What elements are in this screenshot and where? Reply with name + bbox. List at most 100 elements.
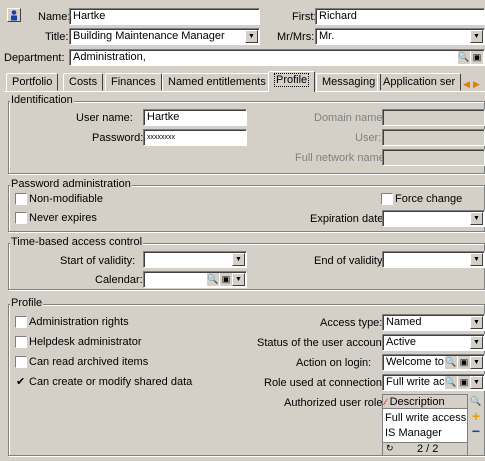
start-validity-field[interactable]: ▼ [143,251,247,268]
roles-header-label: Description [389,396,445,408]
roles-search-icon[interactable]: 🔍 [469,394,483,408]
tab-costs[interactable]: Costs [63,73,104,91]
domain-label: Domain name: [314,112,386,124]
roles-column-header[interactable]: ⁄ Description [383,395,467,409]
roles-list-footer: ↻ 2 / 2 [383,442,467,455]
expiration-label: Expiration date: [310,213,387,225]
action-login-dropdown-button[interactable]: ▼ [470,356,483,369]
force-change-label: Force change [395,193,463,205]
person-icon [7,8,21,22]
user-label: User: [355,132,382,144]
action-login-details-icon[interactable]: ▣ [458,356,470,369]
action-login-value: Welcome to A [386,356,454,368]
status-dropdown-button[interactable]: ▼ [470,336,483,349]
read-archived-label: Can read archived items [29,356,149,368]
calendar-details-icon[interactable]: ▣ [220,273,232,286]
helpdesk-admin-label: Helpdesk administrator [29,336,142,348]
status-field[interactable]: Active ▼ [382,334,485,351]
tab-panel-border [4,91,485,92]
action-login-search-icon[interactable]: 🔍 [445,356,457,369]
username-field[interactable]: Hartke [143,109,247,126]
end-validity-label: End of validity: [314,255,386,267]
role-dropdown-button[interactable]: ▼ [470,376,483,389]
fullnetwork-label: Full network name: [295,152,388,164]
create-shared-label: Can create or modify shared data [29,376,193,388]
non-modifiable-label: Non-modifiable [29,193,103,205]
calendar-dropdown-button[interactable]: ▼ [232,273,245,286]
mrmrs-value: Mr. [319,30,335,42]
read-archived-checkbox[interactable] [15,356,27,368]
never-expires-checkbox[interactable] [15,212,27,224]
action-login-field[interactable]: Welcome to A 🔍 ▣ ▼ [382,354,485,371]
password-label: Password: [92,132,144,144]
access-type-value: Named [386,316,422,328]
access-type-label: Access type: [320,317,383,329]
add-role-icon[interactable]: + [469,409,483,423]
action-login-label: Action on login: [296,357,372,369]
title-value: Building Maintenance Manager [73,30,225,42]
username-label: User name: [76,112,133,124]
remove-role-icon[interactable]: − [469,424,483,438]
identification-title: Identification [10,94,74,106]
refresh-icon[interactable]: ↻ [386,443,394,454]
search-icon[interactable]: 🔍 [458,51,470,64]
profile-title: Profile [10,297,44,309]
department-field[interactable]: Administration, 🔍 ▣ [69,49,485,66]
title-label: Title: [45,31,69,43]
tab-messaging[interactable]: Messaging [316,73,382,91]
authorized-roles-list[interactable]: ⁄ Description Full write access IS Manag… [382,394,468,456]
admin-rights-checkbox[interactable] [15,316,27,328]
user-field [382,129,485,146]
list-item[interactable]: IS Manager [385,427,442,440]
fullnetwork-field [382,149,485,166]
sort-ascending-icon: ⁄ [385,397,387,407]
start-validity-label: Start of validity: [60,255,136,267]
mrmrs-dropdown-button[interactable]: ▼ [470,30,483,43]
tab-profile[interactable]: Profile [268,71,316,92]
expiration-field[interactable]: ▼ [382,210,485,227]
name-field[interactable]: Hartke [69,8,260,25]
first-label: First: [292,11,317,23]
expiration-dropdown-button[interactable]: ▼ [470,212,483,225]
role-details-icon[interactable]: ▣ [458,376,470,389]
title-dropdown-button[interactable]: ▼ [245,30,258,43]
calendar-field[interactable]: 🔍 ▣ ▼ [143,271,247,288]
admin-rights-label: Administration rights [29,316,129,328]
create-shared-checkmark-icon[interactable]: ✔ [16,375,25,388]
password-field[interactable]: xxxxxxxx [143,129,247,146]
name-label: Name: [38,11,71,23]
end-validity-field[interactable]: ▼ [382,251,485,268]
tab-scroll-right-icon[interactable]: ▶ [473,77,483,91]
time-access-title: Time-based access control [10,236,144,248]
list-item[interactable]: Full write access [385,412,466,425]
role-value: Full write acc [386,376,451,388]
first-field[interactable]: Richard [315,8,485,25]
access-type-dropdown-button[interactable]: ▼ [470,316,483,329]
tab-scroll-left-icon[interactable]: ◀ [463,77,473,91]
authorized-roles-label: Authorized user roles: [284,397,391,409]
department-value: Administration, [73,51,146,63]
title-field[interactable]: Building Maintenance Manager ▼ [69,28,260,45]
access-type-field[interactable]: Named ▼ [382,314,485,331]
role-label: Role used at connection: [264,377,386,389]
calendar-search-icon[interactable]: 🔍 [207,273,219,286]
role-field[interactable]: Full write acc 🔍 ▣ ▼ [382,374,485,391]
details-icon[interactable]: ▣ [471,51,483,64]
mrmrs-label: Mr/Mrs: [277,31,315,43]
end-validity-dropdown-button[interactable]: ▼ [470,253,483,266]
role-search-icon[interactable]: 🔍 [445,376,457,389]
domain-field [382,109,485,126]
helpdesk-admin-checkbox[interactable] [15,336,27,348]
start-validity-dropdown-button[interactable]: ▼ [232,253,245,266]
mrmrs-field[interactable]: Mr. ▼ [315,28,485,45]
department-label: Department: [4,52,65,64]
tab-portfolio[interactable]: Portfolio [6,73,59,91]
tab-application-servers[interactable]: Application ser [377,73,461,91]
roles-count: 2 / 2 [417,443,439,455]
tab-finances[interactable]: Finances [105,73,162,91]
force-change-checkbox[interactable] [381,193,393,205]
calendar-label: Calendar: [95,274,143,286]
tab-named-entitlements[interactable]: Named entitlements [162,73,272,91]
status-label: Status of the user account: [257,337,388,349]
non-modifiable-checkbox[interactable] [15,193,27,205]
